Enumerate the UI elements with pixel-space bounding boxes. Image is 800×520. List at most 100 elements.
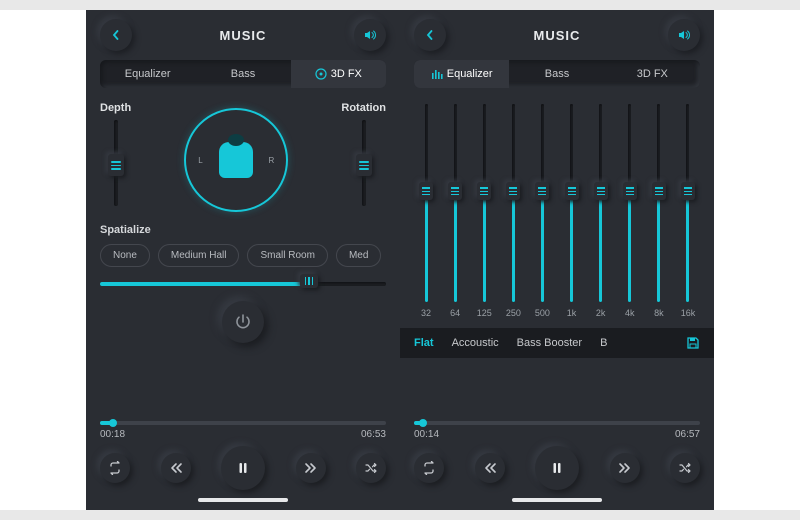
next-button[interactable] <box>296 453 326 483</box>
header: MUSIC <box>86 10 400 60</box>
shuffle-button[interactable] <box>670 453 700 483</box>
eq-band-label: 125 <box>477 308 492 318</box>
spatialize-chip[interactable]: Med <box>336 244 381 267</box>
power-icon <box>234 313 252 331</box>
rotation-label: Rotation <box>341 102 386 114</box>
save-preset-button[interactable] <box>686 336 700 350</box>
dial-left-label: L <box>198 156 202 165</box>
eq-band[interactable]: 500 <box>530 104 554 318</box>
eq-band-label: 2k <box>596 308 606 318</box>
eq-band[interactable]: 2k <box>589 104 613 318</box>
pause-button[interactable] <box>535 446 579 490</box>
eq-band-label: 1k <box>567 308 577 318</box>
phone-left: MUSIC Equalizer Bass 3D FX Depth <box>86 10 400 510</box>
tab-equalizer[interactable]: Equalizer <box>414 60 509 88</box>
volume-icon <box>364 29 376 41</box>
dial-right-label: R <box>269 156 275 165</box>
time-elapsed: 00:18 <box>100 429 125 440</box>
volume-button[interactable] <box>668 19 700 51</box>
pause-icon <box>236 461 250 475</box>
prev-icon <box>169 461 183 475</box>
tab-3dfx[interactable]: 3D FX <box>605 60 700 88</box>
tab-label: Equalizer <box>125 68 171 80</box>
tab-label: Bass <box>231 68 255 80</box>
time-elapsed: 00:14 <box>414 429 439 440</box>
eq-band-label: 32 <box>421 308 431 318</box>
playback-bar: 00:18 06:53 <box>86 413 400 510</box>
eq-band-label: 250 <box>506 308 521 318</box>
volume-icon <box>678 29 690 41</box>
spatial-dial[interactable]: L R <box>184 108 288 212</box>
progress-bar[interactable] <box>100 421 386 425</box>
tab-bass[interactable]: Bass <box>509 60 604 88</box>
tab-bass[interactable]: Bass <box>195 60 290 88</box>
home-indicator <box>198 498 288 502</box>
tab-label: Equalizer <box>447 68 493 80</box>
fx-panel: Depth L R Rotation Spatialize <box>86 98 400 413</box>
tab-equalizer[interactable]: Equalizer <box>100 60 195 88</box>
tabs: Equalizer Bass 3D FX <box>100 60 386 88</box>
head-icon <box>219 142 253 178</box>
eq-band[interactable]: 32 <box>414 104 438 318</box>
shuffle-icon <box>364 461 378 475</box>
eq-band[interactable]: 16k <box>676 104 700 318</box>
shuffle-icon <box>678 461 692 475</box>
rotation-slider[interactable] <box>352 120 376 206</box>
spatialize-chip[interactable]: Medium Hall <box>158 244 240 267</box>
page-title: MUSIC <box>220 28 267 43</box>
repeat-button[interactable] <box>100 453 130 483</box>
progress-bar[interactable] <box>414 421 700 425</box>
eq-band-label: 500 <box>535 308 550 318</box>
back-button[interactable] <box>414 19 446 51</box>
next-button[interactable] <box>610 453 640 483</box>
pause-button[interactable] <box>221 446 265 490</box>
time-total: 06:57 <box>675 429 700 440</box>
eq-band[interactable]: 4k <box>618 104 642 318</box>
phone-right: MUSIC Equalizer Bass 3D FX 32 64 125 250 500… <box>400 10 714 510</box>
eq-band-label: 8k <box>654 308 664 318</box>
depth-label: Depth <box>100 102 131 114</box>
eq-band[interactable]: 125 <box>472 104 496 318</box>
next-icon <box>618 461 632 475</box>
preset-row: Flat Accoustic Bass Booster B <box>400 328 714 358</box>
spatialize-chip[interactable]: Small Room <box>247 244 327 267</box>
spatialize-chips: None Medium Hall Small Room Med <box>100 244 386 267</box>
repeat-button[interactable] <box>414 453 444 483</box>
chevron-left-icon <box>425 30 435 40</box>
playback-bar: 00:14 06:57 <box>400 413 714 510</box>
repeat-icon <box>422 461 436 475</box>
shuffle-button[interactable] <box>356 453 386 483</box>
eq-band[interactable]: 64 <box>443 104 467 318</box>
tab-3dfx[interactable]: 3D FX <box>291 60 386 88</box>
volume-button[interactable] <box>354 19 386 51</box>
eq-band[interactable]: 8k <box>647 104 671 318</box>
tabs: Equalizer Bass 3D FX <box>414 60 700 88</box>
repeat-icon <box>108 461 122 475</box>
time-total: 06:53 <box>361 429 386 440</box>
prev-button[interactable] <box>475 453 505 483</box>
chevron-left-icon <box>111 30 121 40</box>
eq-band[interactable]: 1k <box>560 104 584 318</box>
eq-band-label: 4k <box>625 308 635 318</box>
prev-icon <box>483 461 497 475</box>
eq-band[interactable]: 250 <box>501 104 525 318</box>
spatialize-chip[interactable]: None <box>100 244 150 267</box>
equalizer-icon <box>431 68 443 80</box>
eq-band-label: 16k <box>681 308 696 318</box>
depth-slider[interactable] <box>104 120 128 206</box>
spatialize-label: Spatialize <box>100 224 386 236</box>
eq-panel: 32 64 125 250 500 1k 2k 4k 8k 16k Flat Accoustic Ba… <box>400 98 714 413</box>
pause-icon <box>550 461 564 475</box>
preset-item[interactable]: Bass Booster <box>517 337 582 349</box>
preset-item[interactable]: B <box>600 337 607 349</box>
preset-item[interactable]: Accoustic <box>452 337 499 349</box>
back-button[interactable] <box>100 19 132 51</box>
prev-button[interactable] <box>161 453 191 483</box>
save-icon <box>686 336 700 350</box>
tab-label: 3D FX <box>637 68 668 80</box>
fx-icon <box>315 68 327 80</box>
power-button[interactable] <box>222 301 264 343</box>
preset-item[interactable]: Flat <box>414 337 434 349</box>
header: MUSIC <box>400 10 714 60</box>
spatialize-slider[interactable] <box>100 279 386 289</box>
